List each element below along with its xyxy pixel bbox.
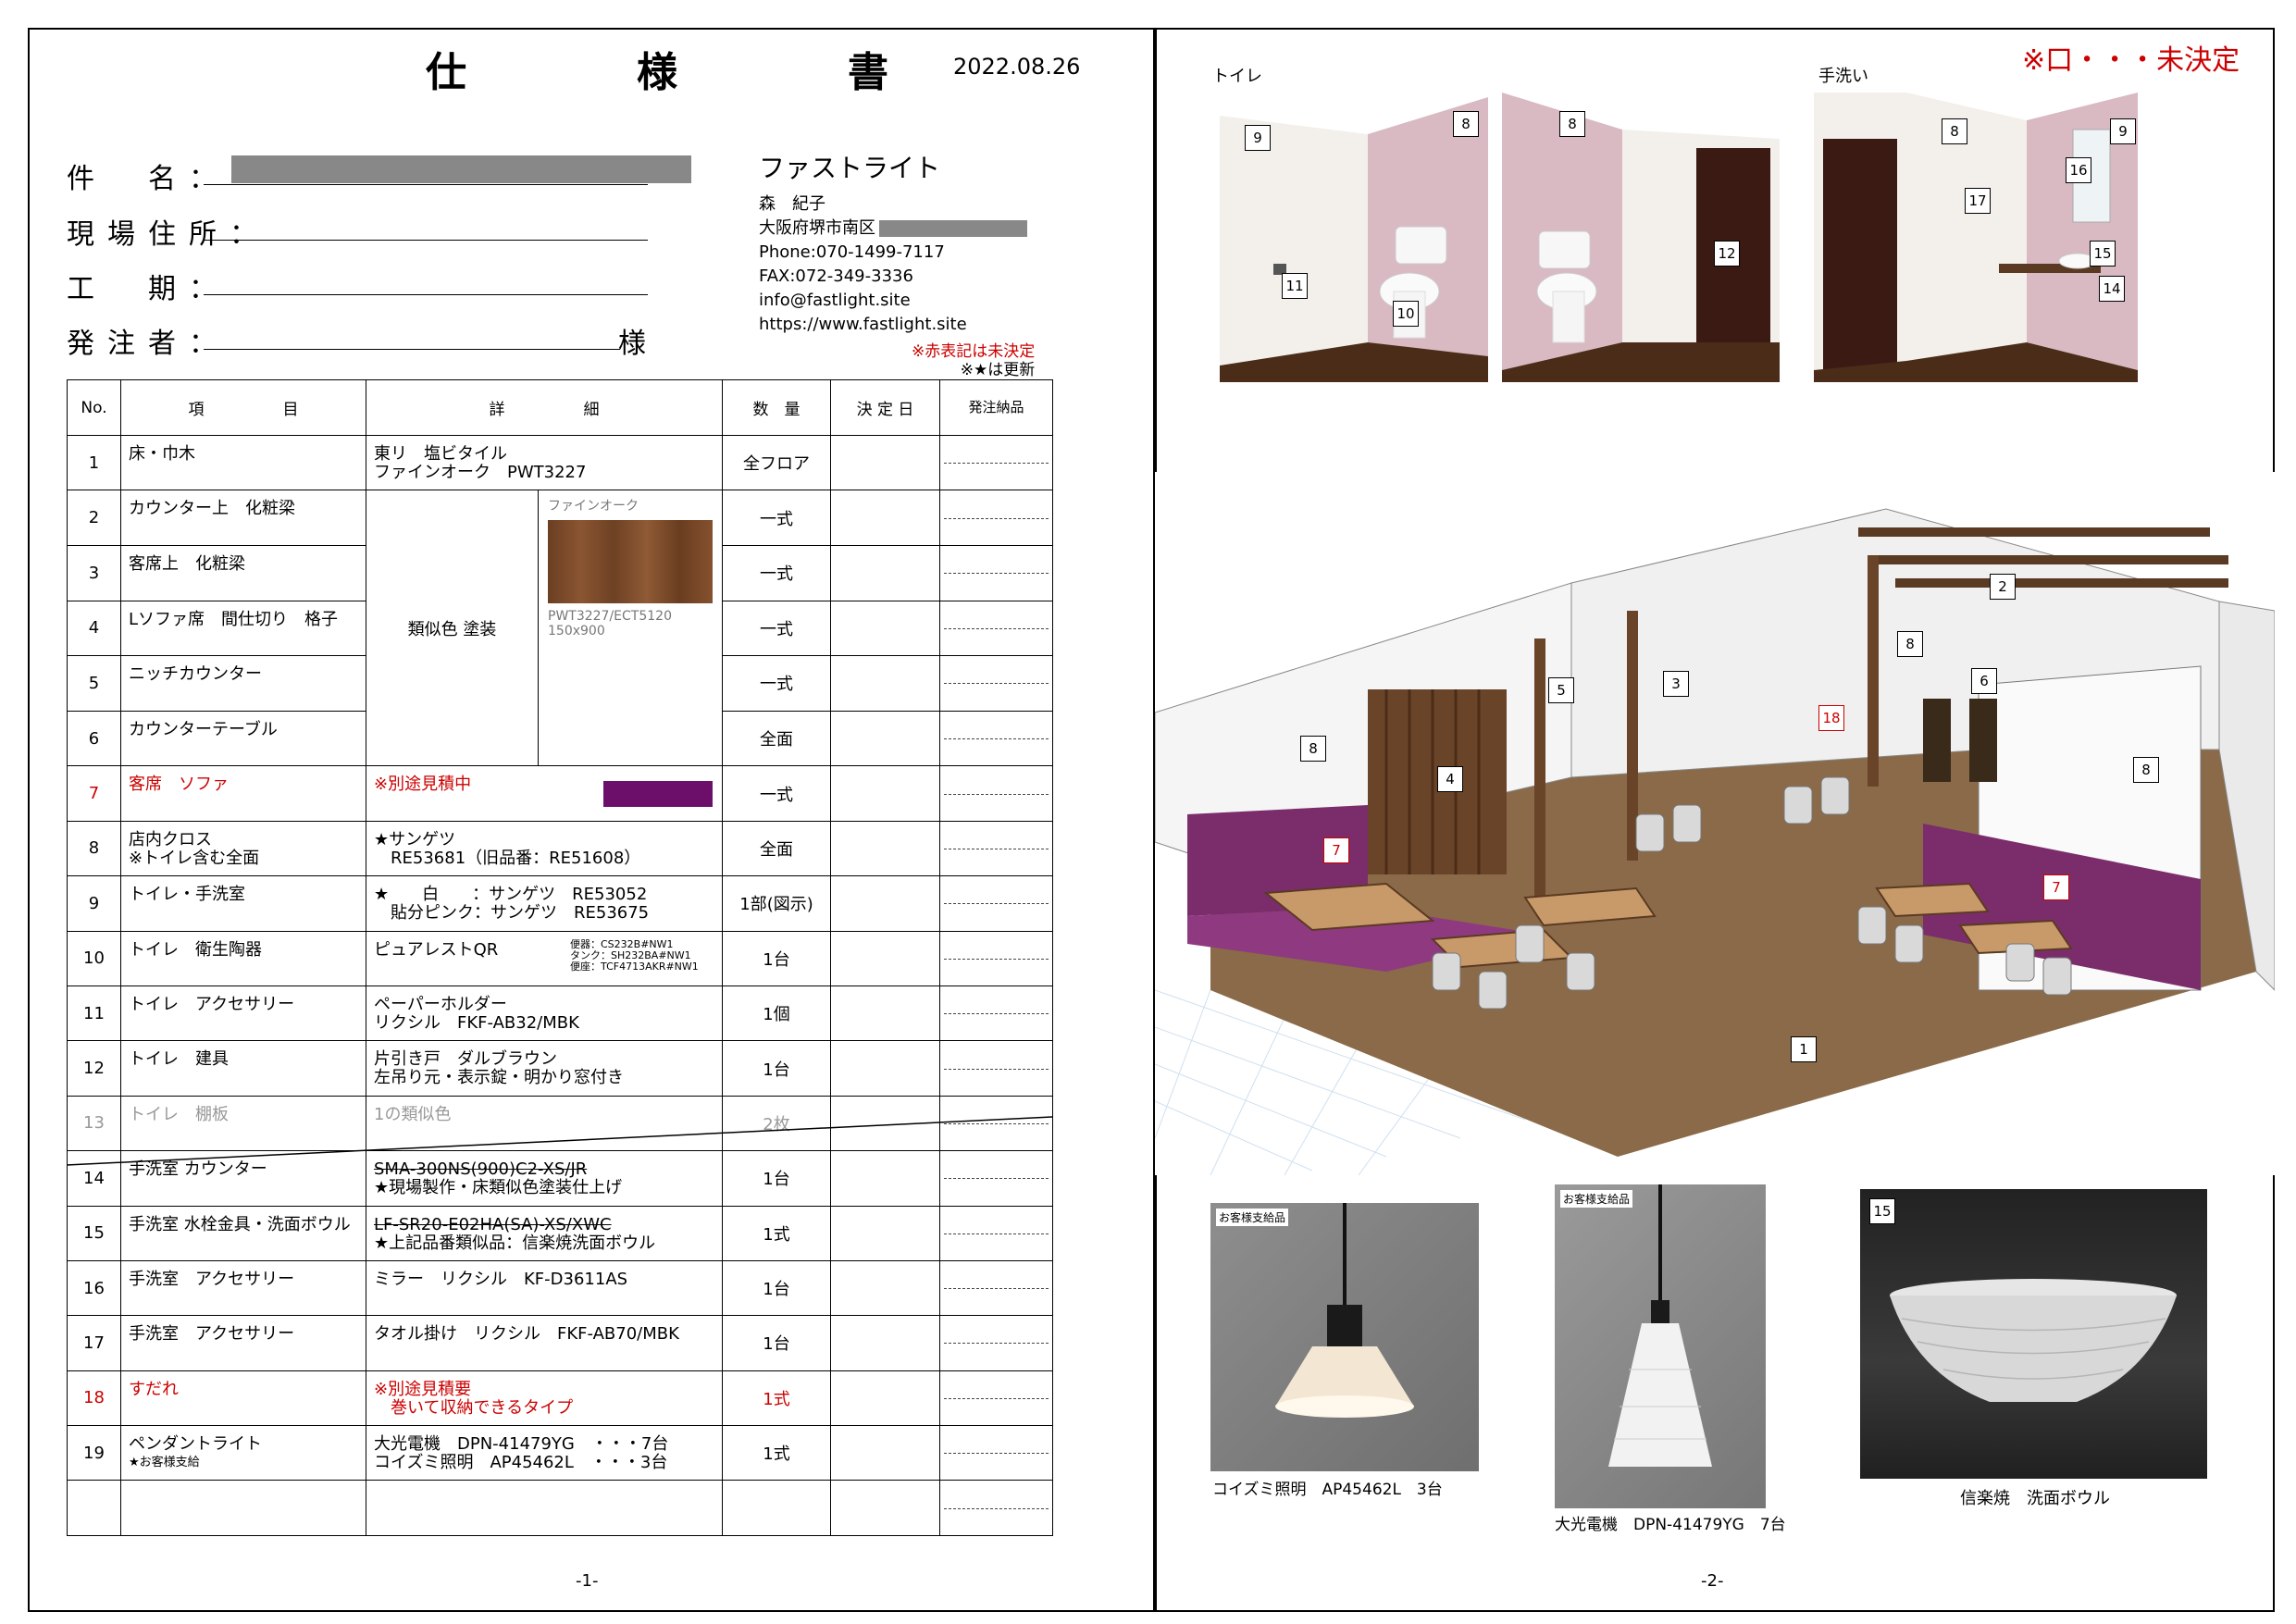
- tag-12: 12: [1714, 241, 1740, 267]
- tag-7b: 7: [2043, 874, 2069, 900]
- bowl-caption: 信楽焼 洗面ボウル: [1960, 1489, 2110, 1508]
- tag-17: 17: [1965, 188, 1991, 214]
- page-title: 仕 様 書: [426, 49, 953, 96]
- tag-16: 16: [2066, 157, 2091, 183]
- tag-5: 5: [1548, 677, 1574, 703]
- tag-1: 1: [1791, 1036, 1817, 1062]
- page-number-2: -2-: [1701, 1571, 1724, 1591]
- company-address: 大阪府堺市南区: [759, 217, 1027, 241]
- tag-14: 14: [2099, 276, 2125, 302]
- site-address-line: [204, 239, 648, 241]
- lamp-photo-daiko: お客様支給品: [1555, 1184, 1766, 1508]
- company-phone: Phone:070-1499-7117: [759, 242, 945, 262]
- company-person: 森 紀子: [759, 194, 825, 214]
- table-row: 9 トイレ・手洗室 ★ 白 ：サンゲツ RE53052 貼分ピンク：サンゲツ R…: [67, 875, 1053, 932]
- washroom-render: [1814, 93, 2138, 382]
- table-row: 12 トイレ 建具 片引き戸 ダルブラウン 左吊り元・表示錠・明かり窓付き 1台: [67, 1040, 1053, 1097]
- table-row: 10 トイレ 衛生陶器 ピュアレストQR 便器：CS232B#NW1 タンク：SH…: [67, 930, 1053, 986]
- table-header-row: No. 項 目 詳 細 数 量 決 定 日 発注納品: [67, 379, 1053, 436]
- orderer-suffix: 様: [618, 328, 646, 360]
- tag-9: 9: [1245, 125, 1271, 151]
- tag-2: 2: [1990, 574, 2016, 600]
- company-email: info@fastlight.site: [759, 291, 911, 310]
- header-decided: 決 定 日: [830, 379, 940, 436]
- table-row-empty: [67, 1480, 1053, 1536]
- table-row: 2 カウンター上 化粧梁 類似色 塗装 ファインオーク PWT3227/ECT5…: [67, 490, 1053, 767]
- toilet-label: トイレ: [1212, 67, 1262, 86]
- site-address-label: 現場住所：: [67, 218, 270, 251]
- swatch-panel: ファインオーク PWT3227/ECT5120 150x900: [539, 491, 722, 765]
- company-url: https://www.fastlight.site: [759, 315, 967, 334]
- table-row: 17 手洗室 アクセサリー タオル掛け リクシル FKF-AB70/MBK 1台: [67, 1315, 1053, 1371]
- pendant-lamp-icon-2: [1608, 1184, 1712, 1467]
- table-row: 8 店内クロス ※トイレ含む全面 ★サンゲツ RE53681（旧品番：RE5160…: [67, 820, 1053, 877]
- header-no: No.: [67, 379, 121, 436]
- table-row: 11 トイレ アクセサリー ペーパーホルダー リクシル FKF-AB32/MBK …: [67, 985, 1053, 1042]
- toilet-render-2: [1502, 93, 1780, 382]
- tag-15: 15: [2090, 241, 2116, 267]
- tag-8e: 8: [1897, 631, 1923, 657]
- tag-8f: 8: [2133, 757, 2159, 783]
- orderer-line: [204, 348, 620, 350]
- washroom-label: 手洗い: [1818, 67, 1868, 86]
- sofa-swatch: [603, 781, 713, 808]
- tag-8d: 8: [1300, 736, 1326, 762]
- table-row: 15 手洗室 水栓金具・洗面ボウル LF-SR20-E02HA(SA)-XS/X…: [67, 1205, 1053, 1261]
- lamp-caption-koizumi: コイズミ照明 AP45462L 3台: [1212, 1481, 1443, 1499]
- row13-strike-line: [67, 1116, 1052, 1166]
- table-row: 1 床・巾木 東リ 塩ビタイル ファインオーク PWT3227 全フロア: [67, 434, 1053, 491]
- lamp-photo-koizumi: お客様支給品: [1210, 1203, 1479, 1471]
- table-row: 19 ペンダントライト ★お客様支給 大光電機 DPN-41479YG ・・・7台…: [67, 1425, 1053, 1481]
- tag-11: 11: [1282, 273, 1308, 299]
- legend-notes: ※赤表記は未決定 ※★は更新: [912, 342, 1035, 379]
- lamp-caption-daiko: 大光電機 DPN-41479YG 7台: [1555, 1516, 1786, 1534]
- header-qty: 数 量: [722, 379, 831, 436]
- table-row: 18 すだれ ※別途見積要 巻いて収納できるタイプ 1式: [67, 1370, 1053, 1427]
- tag-8b: 8: [1559, 111, 1585, 137]
- header-order: 発注納品: [939, 379, 1053, 436]
- tag-9b: 9: [2110, 118, 2136, 144]
- header-detail: 詳 細: [366, 379, 723, 436]
- star-note: ※★は更新: [960, 361, 1036, 379]
- tag-8c: 8: [1942, 118, 1967, 144]
- company-fax: FAX:072-349-3336: [759, 267, 913, 286]
- table-row: 16 手洗室 アクセサリー ミラー リクシル KF-D3611AS 1台: [67, 1259, 1053, 1317]
- wood-swatch: [548, 520, 713, 604]
- undecided-note: ※口・・・未決定: [2022, 44, 2240, 77]
- page-number-1: -1-: [576, 1571, 599, 1591]
- tag-4: 4: [1437, 766, 1463, 792]
- project-name-line: [204, 183, 648, 185]
- redacted-address: [879, 220, 1027, 237]
- tag-3: 3: [1663, 671, 1689, 697]
- red-note: ※赤表記は未決定: [912, 342, 1036, 361]
- company-name: ファストライト: [759, 153, 941, 183]
- store-floorplan-render: [1155, 472, 2275, 1175]
- tag-6: 6: [1971, 668, 1997, 694]
- table-row: 7 客席 ソファ ※別途見積中 一式: [67, 765, 1053, 822]
- header-item: 項 目: [120, 379, 366, 436]
- wash-bowl-icon: [1890, 1279, 2177, 1402]
- tag-18: 18: [1818, 705, 1844, 731]
- redacted-project-name: [231, 155, 691, 183]
- period-line: [204, 293, 648, 295]
- merged-detail-text: 類似色 塗装: [367, 490, 539, 765]
- spec-table: No. 項 目 詳 細 数 量 決 定 日 発注納品 1 床・巾木 東リ 塩ビタ…: [67, 379, 1053, 1536]
- tag-7: 7: [1323, 837, 1349, 863]
- orderer-label: 発注者：: [67, 328, 230, 360]
- bowl-photo: 15: [1860, 1189, 2207, 1479]
- period-label: 工 期：: [67, 273, 230, 305]
- document-date: 2022.08.26: [953, 54, 1081, 80]
- merged-detail-cell: 類似色 塗装 ファインオーク PWT3227/ECT5120 150x900: [366, 490, 723, 767]
- pendant-lamp-icon: [1275, 1203, 1414, 1418]
- tag-10: 10: [1393, 301, 1419, 327]
- company-block: ファストライト 森 紀子 大阪府堺市南区 Phone:070-1499-7117…: [759, 148, 1027, 337]
- project-name-label: 件 名：: [67, 163, 230, 195]
- tag-8: 8: [1453, 111, 1479, 137]
